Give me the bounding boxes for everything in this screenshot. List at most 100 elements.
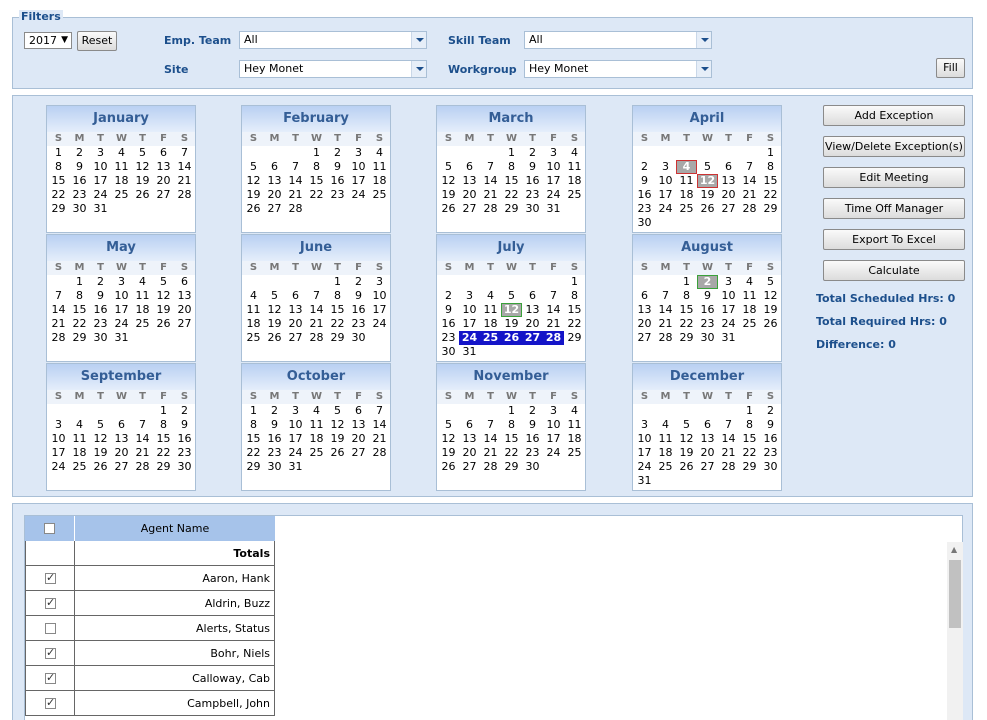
day-cell[interactable]: 13 [459, 174, 480, 188]
day-cell[interactable]: 13 [264, 174, 285, 188]
row-checkbox[interactable] [45, 623, 56, 634]
day-cell[interactable]: 10 [634, 432, 655, 446]
day-cell[interactable]: 30 [522, 202, 543, 216]
day-cell[interactable]: 21 [480, 446, 501, 460]
day-cell[interactable]: 25 [111, 188, 132, 202]
day-cell[interactable]: 6 [264, 160, 285, 174]
chevron-down-icon[interactable] [411, 61, 426, 77]
day-cell[interactable]: 11 [676, 174, 697, 188]
day-cell[interactable]: 21 [718, 446, 739, 460]
day-cell[interactable]: 5 [438, 418, 459, 432]
day-cell[interactable]: 23 [697, 317, 718, 331]
day-cell[interactable]: 10 [90, 160, 111, 174]
day-cell[interactable]: 14 [543, 303, 564, 317]
day-cell[interactable]: 21 [480, 188, 501, 202]
day-cell[interactable]: 11 [132, 289, 153, 303]
day-cell[interactable]: 8 [676, 289, 697, 303]
day-cell[interactable]: 16 [69, 174, 90, 188]
day-cell[interactable]: 3 [655, 160, 676, 174]
day-cell[interactable]: 2 [327, 146, 348, 160]
day-cell[interactable]: 14 [132, 432, 153, 446]
day-cell[interactable]: 3 [718, 275, 739, 289]
day-cell[interactable]: 16 [174, 432, 195, 446]
day-cell[interactable]: 19 [327, 432, 348, 446]
day-cell[interactable]: 20 [174, 303, 195, 317]
row-checkbox[interactable] [45, 696, 56, 709]
day-cell[interactable]: 27 [285, 331, 306, 345]
day-cell[interactable]: 30 [760, 460, 781, 474]
day-cell[interactable]: 12 [676, 432, 697, 446]
day-cell[interactable]: 25 [564, 188, 585, 202]
day-cell[interactable]: 27 [111, 460, 132, 474]
day-cell[interactable]: 5 [132, 146, 153, 160]
day-cell[interactable]: 17 [459, 317, 480, 331]
day-cell[interactable]: 14 [369, 418, 390, 432]
scroll-up-icon[interactable]: ▲ [951, 545, 957, 554]
day-cell[interactable]: 28 [285, 202, 306, 216]
table-row[interactable]: Alerts, Status [25, 616, 275, 641]
day-cell[interactable]: 30 [634, 216, 655, 230]
day-cell[interactable]: 14 [306, 303, 327, 317]
day-cell[interactable]: 22 [564, 317, 585, 331]
day-cell[interactable]: 29 [676, 331, 697, 345]
table-row[interactable]: Aaron, Hank [25, 566, 275, 591]
day-cell[interactable]: 9 [348, 289, 369, 303]
day-cell[interactable]: 17 [348, 174, 369, 188]
workgroup-combo[interactable]: Hey Monet [524, 60, 712, 78]
day-cell[interactable]: 26 [676, 460, 697, 474]
day-cell[interactable]: 29 [153, 460, 174, 474]
day-cell[interactable]: 8 [739, 418, 760, 432]
day-cell[interactable]: 25 [655, 460, 676, 474]
day-cell[interactable]: 8 [243, 418, 264, 432]
day-cell[interactable]: 18 [243, 317, 264, 331]
table-row[interactable]: Campbell, John [25, 691, 275, 716]
day-cell[interactable]: 22 [676, 317, 697, 331]
row-checkbox[interactable] [45, 571, 56, 584]
day-cell[interactable]: 22 [48, 188, 69, 202]
scroll-thumb[interactable] [949, 560, 961, 628]
day-cell[interactable]: 29 [501, 460, 522, 474]
fill-button[interactable]: Fill [936, 58, 965, 78]
day-cell[interactable]: 18 [132, 303, 153, 317]
day-cell[interactable]: 14 [655, 303, 676, 317]
day-cell[interactable]: 14 [480, 174, 501, 188]
day-cell[interactable]: 20 [111, 446, 132, 460]
day-cell[interactable]: 5 [90, 418, 111, 432]
day-cell[interactable]: 10 [285, 418, 306, 432]
day-cell[interactable]: 11 [564, 160, 585, 174]
day-cell[interactable]: 22 [501, 446, 522, 460]
day-cell[interactable]: 8 [306, 160, 327, 174]
day-cell[interactable]: 16 [522, 174, 543, 188]
day-cell[interactable]: 1 [739, 404, 760, 418]
day-cell[interactable]: 10 [111, 289, 132, 303]
day-cell[interactable]: 12 [697, 174, 718, 188]
day-cell[interactable]: 1 [243, 404, 264, 418]
day-cell[interactable]: 18 [306, 432, 327, 446]
day-cell[interactable]: 1 [676, 275, 697, 289]
day-cell[interactable]: 29 [48, 202, 69, 216]
day-cell[interactable]: 7 [306, 289, 327, 303]
day-cell[interactable]: 11 [480, 303, 501, 317]
day-cell[interactable]: 15 [69, 303, 90, 317]
day-cell[interactable]: 7 [132, 418, 153, 432]
day-cell[interactable]: 16 [327, 174, 348, 188]
day-cell[interactable]: 20 [459, 446, 480, 460]
day-cell[interactable]: 19 [264, 317, 285, 331]
chevron-down-icon[interactable] [696, 61, 711, 77]
day-cell[interactable]: 15 [564, 303, 585, 317]
day-cell[interactable]: 31 [90, 202, 111, 216]
day-cell[interactable]: 8 [69, 289, 90, 303]
day-cell[interactable]: 12 [760, 289, 781, 303]
day-cell[interactable]: 10 [718, 289, 739, 303]
day-cell[interactable]: 23 [90, 317, 111, 331]
site-combo[interactable]: Hey Monet [239, 60, 427, 78]
day-cell[interactable]: 31 [634, 474, 655, 488]
day-cell[interactable]: 14 [174, 160, 195, 174]
day-cell[interactable]: 23 [348, 317, 369, 331]
day-cell[interactable]: 17 [111, 303, 132, 317]
add-exception-button[interactable]: Add Exception [823, 105, 965, 126]
day-cell[interactable]: 3 [369, 275, 390, 289]
day-cell[interactable]: 21 [285, 188, 306, 202]
day-cell[interactable]: 27 [522, 331, 543, 345]
day-cell[interactable]: 15 [306, 174, 327, 188]
